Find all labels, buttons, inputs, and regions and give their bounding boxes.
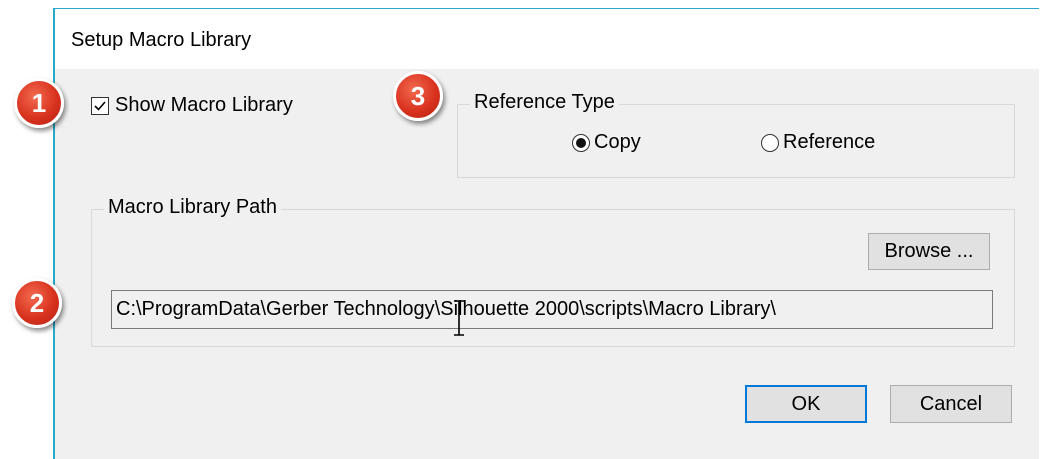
radio-reference-label: Reference <box>783 131 876 153</box>
callout-badge-2: 2 <box>12 278 62 328</box>
reference-type-group-label: Reference Type <box>470 91 619 114</box>
radio-reference-circle[interactable] <box>761 133 779 152</box>
callout-badge-3: 3 <box>393 71 443 121</box>
checkbox-box[interactable] <box>91 96 109 115</box>
reference-type-group: Reference Type Copy Reference <box>457 91 1015 178</box>
radio-copy-circle[interactable] <box>572 133 590 152</box>
cancel-button[interactable]: Cancel <box>890 385 1012 423</box>
radio-copy-label: Copy <box>594 131 641 153</box>
radio-selected-dot <box>576 137 586 148</box>
show-macro-library-label: Show Macro Library <box>115 94 293 116</box>
text-cursor-icon <box>454 300 464 336</box>
dialog-titlebar: Setup Macro Library <box>55 9 1039 69</box>
ok-button[interactable]: OK <box>745 385 867 423</box>
macro-library-path-group-label: Macro Library Path <box>104 196 281 219</box>
browse-button[interactable]: Browse ... <box>868 233 990 270</box>
setup-macro-library-dialog: Setup Macro Library Show Macro Library R… <box>53 8 1039 459</box>
checkmark-icon <box>94 100 106 111</box>
dialog-title: Setup Macro Library <box>71 29 252 51</box>
show-macro-library-checkbox[interactable]: Show Macro Library <box>91 94 293 117</box>
macro-library-path-input[interactable]: C:\ProgramData\Gerber Technology\Silhoue… <box>111 290 993 329</box>
radio-copy[interactable]: Copy <box>572 131 641 154</box>
radio-reference[interactable]: Reference <box>761 131 875 154</box>
callout-badge-1: 1 <box>14 78 64 128</box>
